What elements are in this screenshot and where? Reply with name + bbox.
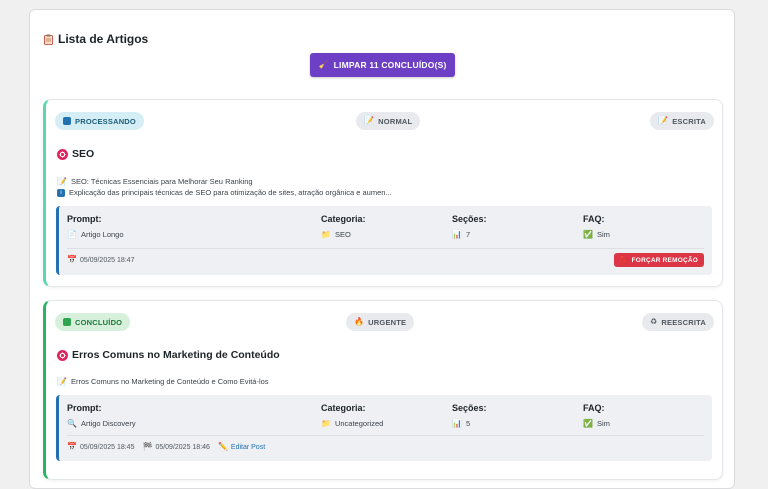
chart-icon: 📊 <box>452 229 462 239</box>
details-divider <box>67 248 704 249</box>
priority-badge: 📝 NORMAL <box>356 112 421 130</box>
title-line-text: Erros Comuns no Marketing de Conteúdo e … <box>70 377 269 386</box>
memo-icon: 📝 <box>57 376 67 386</box>
created-date: 📅 05/09/2025 18:47 <box>67 256 134 264</box>
created-date-text: 05/09/2025 18:45 <box>79 443 135 451</box>
target-icon <box>57 148 68 160</box>
faq-value: ✅ Sim <box>583 419 610 428</box>
folder-icon: 📁 <box>321 418 331 428</box>
finish-flag-icon: 🏁 <box>142 442 153 451</box>
prompt-value: 🔍 Artigo Discovery <box>67 419 136 428</box>
force-remove-button[interactable]: 🚫 FORÇAR REMOÇÃO <box>613 253 704 267</box>
category-value-text: Uncategorized <box>334 419 384 428</box>
document-icon: 📄 <box>67 229 77 239</box>
sections-value: 📊 7 <box>452 230 470 239</box>
prompt-value-text: Artigo Longo <box>80 230 124 239</box>
category-value: 📁 SEO <box>321 230 351 239</box>
title-line: 📝 SEO: Técnicas Essenciais para Melhorar… <box>57 177 253 186</box>
prompt-label: Prompt: <box>67 214 102 224</box>
folder-icon: 📁 <box>321 229 331 239</box>
memo-icon: 📝 <box>57 176 67 186</box>
calendar-icon: 📅 <box>67 442 77 451</box>
sections-value-text: 5 <box>465 419 471 428</box>
details-divider <box>67 435 704 436</box>
category-value-text: SEO <box>334 230 351 239</box>
target-icon <box>57 349 68 361</box>
category-label: Categoria: <box>321 403 366 413</box>
memo-icon: 📝 <box>364 116 375 125</box>
excerpt-text: Explicação das principais técnicas de SE… <box>69 188 392 197</box>
check-icon <box>63 318 71 326</box>
faq-label: FAQ: <box>583 214 605 224</box>
dates-row: 📅 05/09/2025 18:45 🏁 05/09/2025 18:46 ✏️… <box>67 443 265 451</box>
sections-value-text: 7 <box>465 230 471 239</box>
memo-icon: 📝 <box>658 116 669 125</box>
keyword-title: Erros Comuns no Marketing de Conteúdo <box>57 349 280 361</box>
article-card: CONCLUÍDO 🔥 URGENTE ♻ REESCRITA Erros Co… <box>43 300 723 480</box>
faq-label: FAQ: <box>583 403 605 413</box>
clear-completed-button[interactable]: 🧹 LIMPAR 11 CONCLUÍDO(S) <box>310 53 455 77</box>
type-badge: ♻ REESCRITA <box>642 313 714 331</box>
force-remove-label: FORÇAR REMOÇÃO <box>631 256 698 264</box>
status-label: CONCLUÍDO <box>75 317 123 327</box>
article-card: PROCESSANDO 📝 NORMAL 📝 ESCRITA SEO 📝 SEO… <box>43 99 723 287</box>
status-label: PROCESSANDO <box>75 116 136 126</box>
check-icon: ✅ <box>583 229 593 239</box>
calendar-icon: 📅 <box>67 255 77 264</box>
created-date-text: 05/09/2025 18:47 <box>79 256 135 264</box>
status-badge: CONCLUÍDO <box>55 313 131 331</box>
prompt-value: 📄 Artigo Longo <box>67 230 124 239</box>
clipboard-icon <box>44 34 53 45</box>
priority-label: URGENTE <box>368 317 407 327</box>
recycle-icon: ♻ <box>650 317 658 326</box>
keyword-title: SEO <box>57 148 94 160</box>
type-label: ESCRITA <box>672 116 706 126</box>
faq-value-text: Sim <box>596 230 610 239</box>
category-label: Categoria: <box>321 214 366 224</box>
clear-completed-label: LIMPAR 11 CONCLUÍDO(S) <box>333 60 447 70</box>
priority-label: NORMAL <box>378 116 413 126</box>
type-label: REESCRITA <box>661 317 706 327</box>
article-details: Prompt: Categoria: Seções: FAQ: 📄 Artigo… <box>56 206 712 275</box>
magnifier-icon: 🔍 <box>67 418 77 428</box>
status-badge: PROCESSANDO <box>55 112 144 130</box>
pencil-icon: ✏️ <box>217 442 228 451</box>
finished-date-text: 05/09/2025 18:46 <box>155 443 210 451</box>
fire-icon: 🔥 <box>354 317 365 326</box>
faq-value-text: Sim <box>596 419 610 428</box>
category-value: 📁 Uncategorized <box>321 419 383 428</box>
check-icon: ✅ <box>583 418 593 428</box>
info-icon: i <box>57 188 65 197</box>
sections-value: 📊 5 <box>452 419 470 428</box>
priority-badge: 🔥 URGENTE <box>346 313 415 331</box>
list-title-text: Lista de Artigos <box>58 32 149 46</box>
edit-post-link[interactable]: Editar Post <box>231 444 265 451</box>
processing-icon <box>63 117 71 125</box>
faq-value: ✅ Sim <box>583 230 610 239</box>
type-badge: 📝 ESCRITA <box>650 112 714 130</box>
articles-panel: Lista de Artigos 🧹 LIMPAR 11 CONCLUÍDO(S… <box>29 9 735 489</box>
title-line: 📝 Erros Comuns no Marketing de Conteúdo … <box>57 377 269 386</box>
prompt-value-text: Artigo Discovery <box>80 419 136 428</box>
chart-icon: 📊 <box>452 418 462 428</box>
list-title: Lista de Artigos <box>44 32 148 46</box>
prompt-label: Prompt: <box>67 403 102 413</box>
excerpt-line: i Explicação das principais técnicas de … <box>57 188 392 197</box>
keyword-text: SEO <box>72 148 95 160</box>
title-line-text: SEO: Técnicas Essenciais para Melhorar S… <box>70 177 253 186</box>
cancel-icon: 🚫 <box>619 256 629 264</box>
sections-label: Seções: <box>452 403 487 413</box>
sections-label: Seções: <box>452 214 487 224</box>
article-details: Prompt: Categoria: Seções: FAQ: 🔍 Artigo… <box>56 395 712 461</box>
keyword-text: Erros Comuns no Marketing de Conteúdo <box>72 349 280 361</box>
broom-icon: 🧹 <box>318 60 329 69</box>
